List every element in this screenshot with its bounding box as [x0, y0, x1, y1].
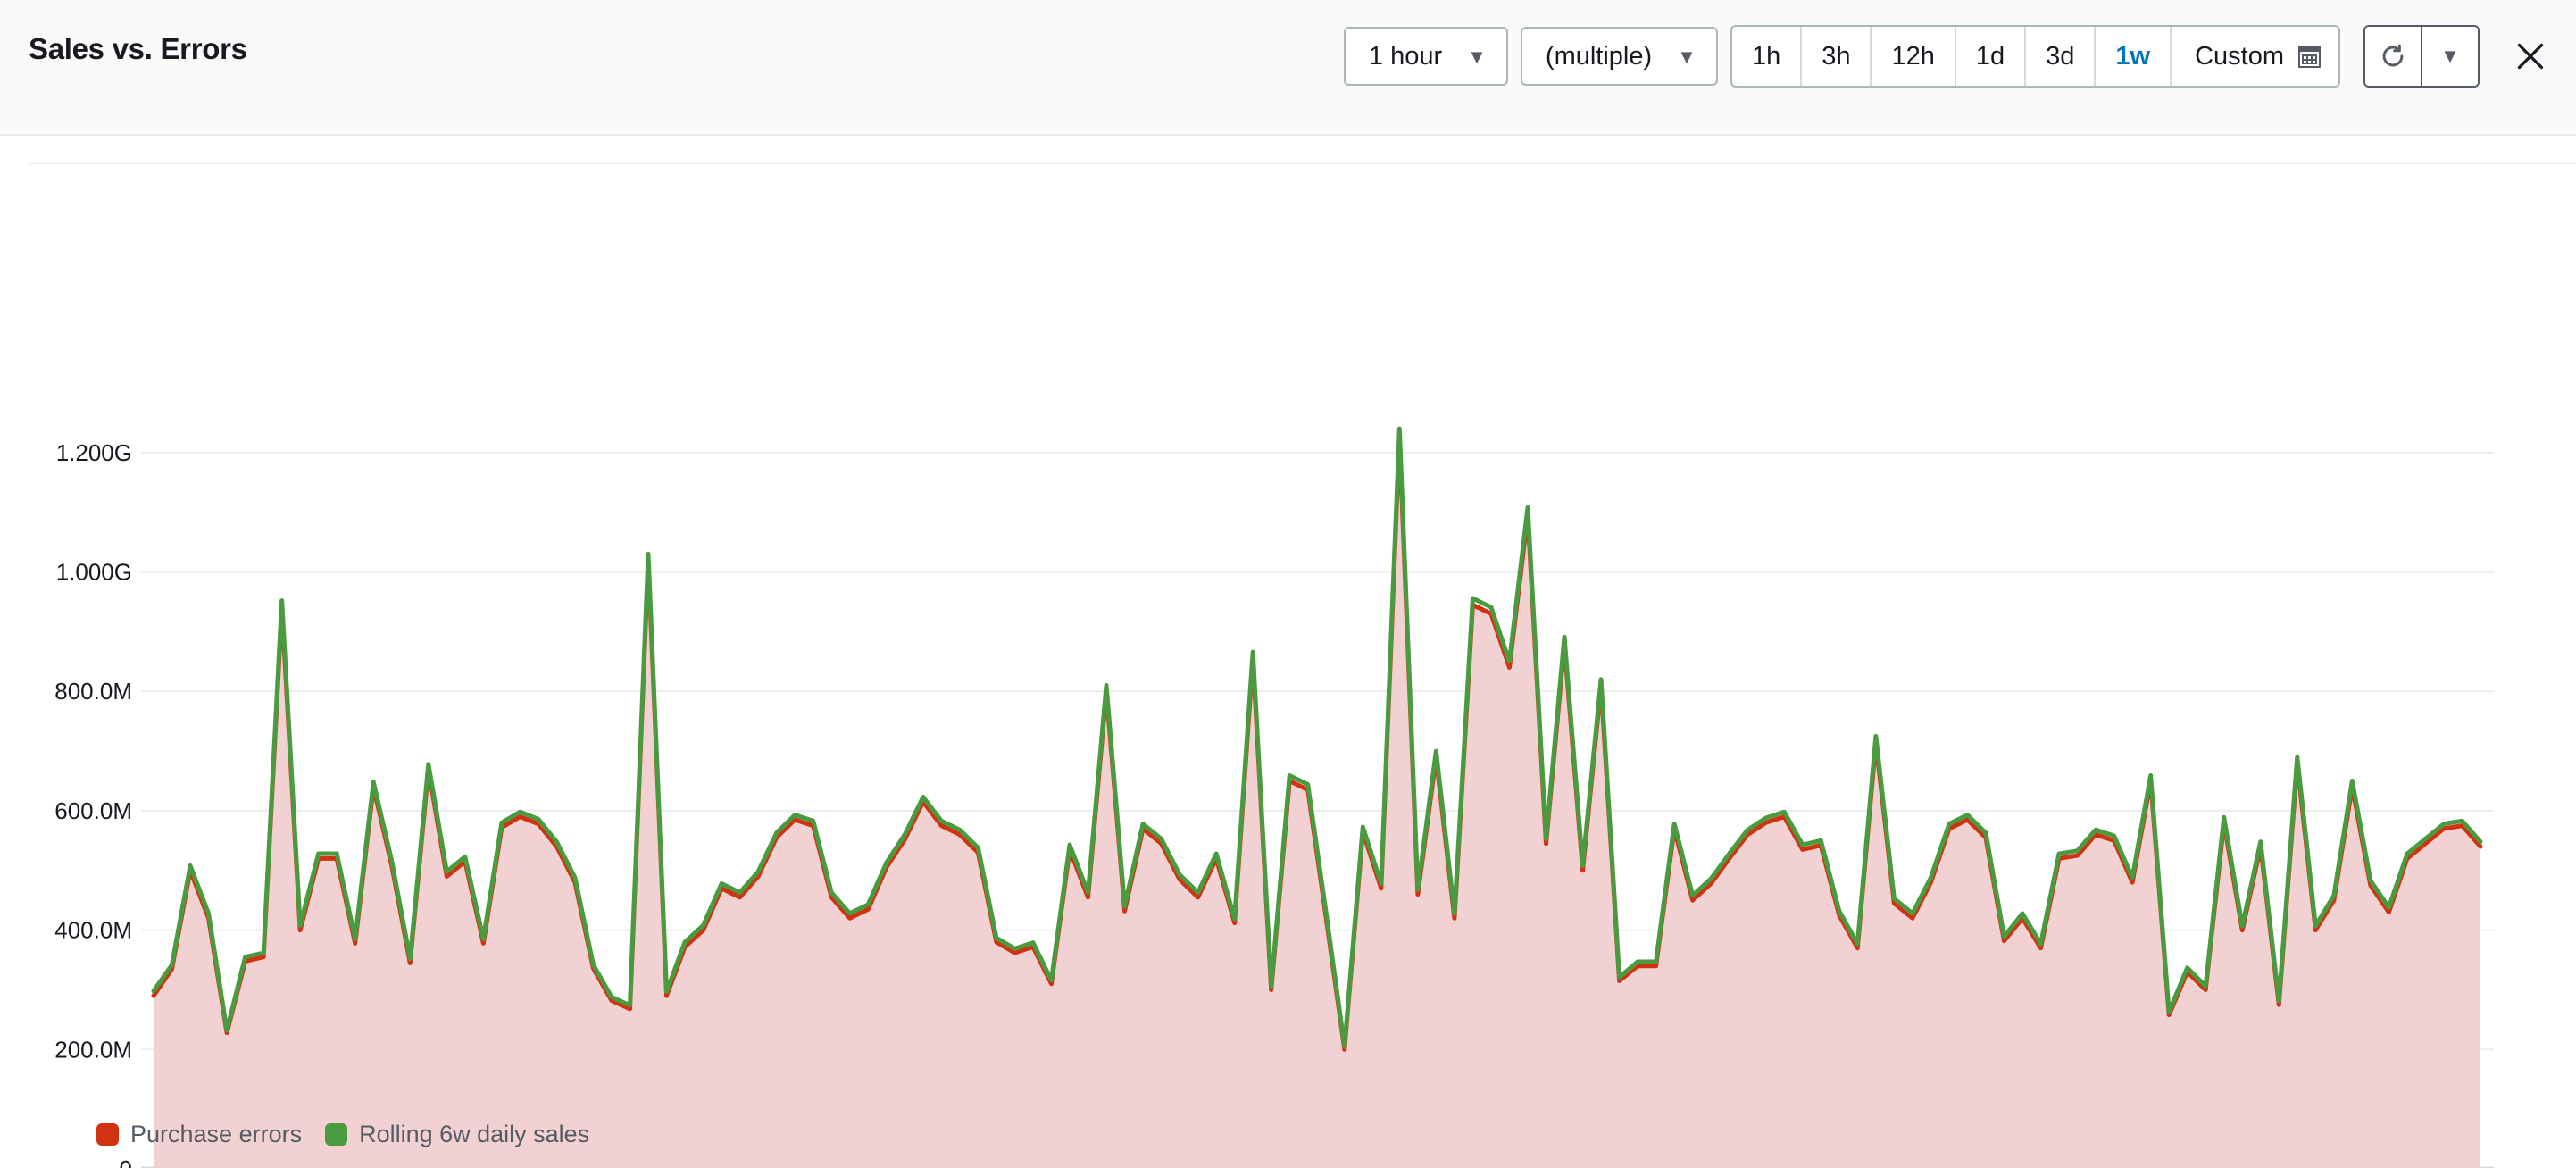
range-item-1h[interactable]: 1h [1731, 27, 1803, 86]
legend-label-purchase-errors: Purchase errors [130, 1121, 303, 1147]
range-item-3d[interactable]: 3d [2026, 27, 2097, 86]
time-range-group: 1h 3h 12h 1d 3d 1w Custom [1730, 25, 2340, 88]
refresh-button[interactable] [2365, 27, 2422, 86]
period-select[interactable]: 1 hour ▼ [1343, 27, 1508, 86]
chart-plot-area[interactable]: 0200.0M400.0M600.0M800.0M1.000G1.200G06/… [0, 136, 2576, 1168]
page-title: Sales vs. Errors [29, 32, 247, 65]
y-axis-tick-label: 400.0M [54, 917, 132, 944]
close-button[interactable] [2506, 32, 2555, 80]
legend-item-rolling-sales[interactable]: Rolling 6w daily sales [325, 1121, 589, 1148]
y-axis-tick-label: 0 [120, 1155, 132, 1168]
metric-select-value: (multiple) [1545, 41, 1653, 71]
chart-legend: Purchase errors Rolling 6w daily sales [96, 1121, 589, 1148]
legend-item-purchase-errors[interactable]: Purchase errors [96, 1121, 302, 1148]
calendar-icon [2298, 45, 2321, 68]
metric-select[interactable]: (multiple) ▼ [1520, 27, 1718, 86]
range-item-3h[interactable]: 3h [1802, 27, 1872, 86]
chevron-down-icon: ▼ [2440, 45, 2460, 67]
refresh-split-button: ▼ [2363, 25, 2480, 88]
y-axis-tick-label: 800.0M [54, 678, 132, 705]
close-icon [2517, 43, 2544, 70]
range-item-1d[interactable]: 1d [1955, 27, 2027, 86]
range-item-1w[interactable]: 1w [2096, 27, 2172, 86]
y-axis-tick-label: 200.0M [54, 1036, 132, 1063]
header-controls: 1 hour ▼ (multiple) ▼ 1h 3h 12h 1d 3d 1w… [1343, 25, 2555, 88]
y-axis-tick-label: 1.000G [56, 559, 132, 586]
custom-label: Custom [2195, 41, 2284, 71]
chart-body: 0200.0M400.0M600.0M800.0M1.000G1.200G06/… [0, 136, 2576, 1168]
range-item-12h[interactable]: 12h [1872, 27, 1956, 86]
refresh-options-button[interactable]: ▼ [2422, 27, 2478, 86]
legend-swatch-red [96, 1123, 119, 1146]
chevron-down-icon: ▼ [1467, 46, 1487, 68]
chevron-down-icon: ▼ [1677, 46, 1696, 68]
widget-header: Sales vs. Errors 1 hour ▼ (multiple) ▼ 1… [0, 0, 2576, 136]
y-axis-tick-label: 1.200G [56, 439, 132, 466]
area-fill-purchase-errors [154, 438, 2480, 1168]
y-axis-tick-label: 600.0M [54, 797, 132, 824]
period-select-value: 1 hour [1368, 41, 1443, 71]
legend-label-rolling-sales: Rolling 6w daily sales [359, 1121, 590, 1147]
refresh-icon [2382, 44, 2404, 67]
legend-swatch-green [325, 1123, 348, 1146]
sales-vs-errors-chart[interactable]: 0200.0M400.0M600.0M800.0M1.000G1.200G06/… [0, 136, 2576, 1168]
range-item-custom[interactable]: Custom [2172, 27, 2338, 86]
